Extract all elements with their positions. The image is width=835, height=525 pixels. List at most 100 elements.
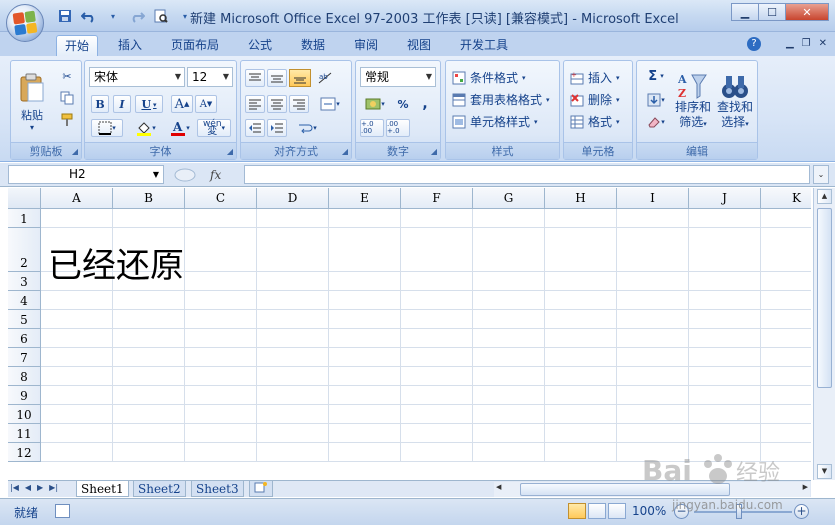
tab-page-layout[interactable]: 页面布局 <box>163 35 227 56</box>
shrink-font-button[interactable]: A ▼ <box>195 95 217 113</box>
cell-i3[interactable] <box>617 272 689 291</box>
cell-a5[interactable] <box>41 310 113 329</box>
cell-b4[interactable] <box>113 291 185 310</box>
alignment-launcher-icon[interactable]: ◢ <box>342 147 348 156</box>
cell-k2[interactable] <box>761 228 811 272</box>
cell-a6[interactable] <box>41 329 113 348</box>
cell-b11[interactable] <box>113 424 185 443</box>
cell-i4[interactable] <box>617 291 689 310</box>
vertical-scrollbar[interactable]: ▲ ▼ <box>813 188 835 480</box>
cell-j11[interactable] <box>689 424 761 443</box>
cell-g10[interactable] <box>473 405 545 424</box>
maximize-button[interactable]: ☐ <box>758 3 786 21</box>
cell-g3[interactable] <box>473 272 545 291</box>
row-header-10[interactable]: 10 <box>8 405 41 424</box>
cell-j4[interactable] <box>689 291 761 310</box>
format-painter-icon[interactable] <box>57 111 77 129</box>
row-header-1[interactable]: 1 <box>8 209 41 228</box>
cell-e2[interactable] <box>329 228 401 272</box>
cell-e12[interactable] <box>329 443 401 462</box>
cell-h5[interactable] <box>545 310 617 329</box>
paste-button[interactable]: 粘贴 ▾ <box>15 67 49 137</box>
cell-k11[interactable] <box>761 424 811 443</box>
clipboard-launcher-icon[interactable]: ◢ <box>72 147 78 156</box>
font-name-select[interactable]: 宋体 ▼ <box>89 67 185 87</box>
cell-f1[interactable] <box>401 209 473 228</box>
number-launcher-icon[interactable]: ◢ <box>431 147 437 156</box>
underline-button[interactable]: U ▾ <box>135 95 163 113</box>
workbook-close-icon[interactable]: ✕ <box>819 38 827 49</box>
cell-d7[interactable] <box>257 348 329 367</box>
cell-i10[interactable] <box>617 405 689 424</box>
cell-k9[interactable] <box>761 386 811 405</box>
cell-i2[interactable] <box>617 228 689 272</box>
cell-c9[interactable] <box>185 386 257 405</box>
increase-decimal-button[interactable]: +.0 .00 <box>360 119 384 137</box>
font-size-select[interactable]: 12 ▼ <box>187 67 233 87</box>
cell-b1[interactable] <box>113 209 185 228</box>
cell-g2[interactable] <box>473 228 545 272</box>
cell-f4[interactable] <box>401 291 473 310</box>
cell-b12[interactable] <box>113 443 185 462</box>
column-header-b[interactable]: B <box>113 188 185 209</box>
cell-j2[interactable] <box>689 228 761 272</box>
row-header-12[interactable]: 12 <box>8 443 41 462</box>
cell-f12[interactable] <box>401 443 473 462</box>
row-header-11[interactable]: 11 <box>8 424 41 443</box>
cell-k4[interactable] <box>761 291 811 310</box>
tab-formulas[interactable]: 公式 <box>240 35 280 56</box>
cell-a4[interactable] <box>41 291 113 310</box>
cell-d5[interactable] <box>257 310 329 329</box>
scroll-left-icon[interactable]: ◀ <box>496 483 501 491</box>
row-header-9[interactable]: 9 <box>8 386 41 405</box>
cell-g11[interactable] <box>473 424 545 443</box>
percent-button[interactable]: % <box>394 95 412 113</box>
help-icon[interactable]: ? <box>747 37 761 51</box>
cell-e10[interactable] <box>329 405 401 424</box>
cell-c2[interactable] <box>185 228 257 272</box>
cell-c3[interactable] <box>185 272 257 291</box>
sheet-tab-3[interactable]: Sheet3 <box>191 481 244 497</box>
align-left-icon[interactable] <box>245 95 265 113</box>
cell-f8[interactable] <box>401 367 473 386</box>
horizontal-scrollbar[interactable]: ◀ ▶ <box>494 482 810 497</box>
cell-e4[interactable] <box>329 291 401 310</box>
wrap-text-icon[interactable]: ▾ <box>291 119 323 137</box>
cell-g1[interactable] <box>473 209 545 228</box>
text-orientation-icon[interactable]: ab <box>315 69 335 87</box>
cell-c4[interactable] <box>185 291 257 310</box>
cell-i9[interactable] <box>617 386 689 405</box>
fill-button[interactable]: ▾ <box>643 91 669 109</box>
row-header-2[interactable]: 2 <box>8 228 41 272</box>
minimize-button[interactable]: ▁ <box>731 3 759 21</box>
sort-filter-button[interactable]: AZ 排序和 筛选▾ <box>673 67 713 137</box>
cell-i1[interactable] <box>617 209 689 228</box>
cell-f3[interactable] <box>401 272 473 291</box>
redo-icon[interactable] <box>128 8 146 24</box>
tab-insert[interactable]: 插入 <box>110 35 150 56</box>
cell-g9[interactable] <box>473 386 545 405</box>
column-header-j[interactable]: J <box>689 188 761 209</box>
vertical-scroll-thumb[interactable] <box>817 208 832 388</box>
cell-d2[interactable] <box>257 228 329 272</box>
cell-a12[interactable] <box>41 443 113 462</box>
column-header-i[interactable]: I <box>617 188 689 209</box>
column-header-d[interactable]: D <box>257 188 329 209</box>
cell-h10[interactable] <box>545 405 617 424</box>
cell-a11[interactable] <box>41 424 113 443</box>
close-button[interactable]: ✕ <box>785 3 829 21</box>
borders-button[interactable]: ▾ <box>91 119 123 137</box>
format-cells-button[interactable]: 格式 ▾ <box>570 113 620 130</box>
cell-c1[interactable] <box>185 209 257 228</box>
column-header-e[interactable]: E <box>329 188 401 209</box>
cell-a8[interactable] <box>41 367 113 386</box>
cell-i5[interactable] <box>617 310 689 329</box>
cell-i12[interactable] <box>617 443 689 462</box>
cell-j1[interactable] <box>689 209 761 228</box>
insert-cells-button[interactable]: + 插入 ▾ <box>570 69 620 86</box>
scroll-up-icon[interactable]: ▲ <box>817 189 832 204</box>
cell-h6[interactable] <box>545 329 617 348</box>
merge-center-icon[interactable]: ▾ <box>315 95 345 113</box>
cell-j6[interactable] <box>689 329 761 348</box>
horizontal-scroll-thumb[interactable] <box>520 483 730 496</box>
